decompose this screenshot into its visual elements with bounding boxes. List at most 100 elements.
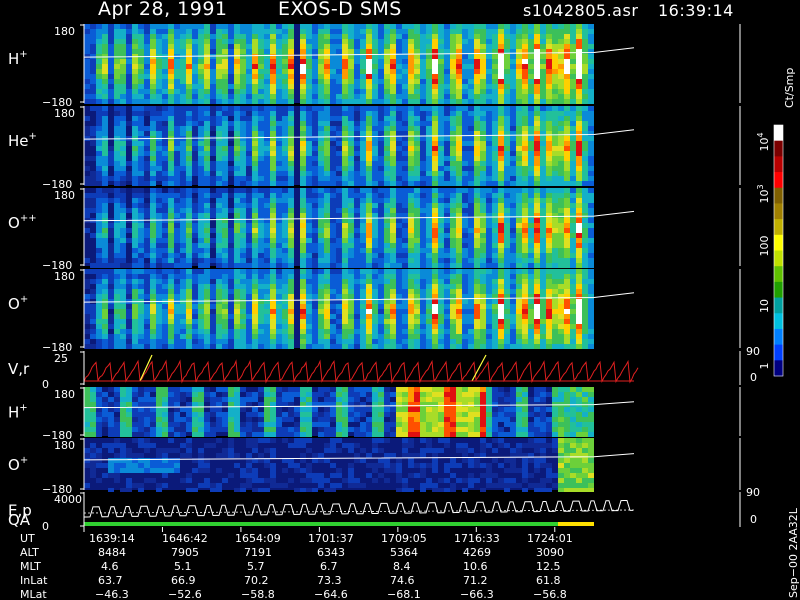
spectrogram-cell (222, 136, 228, 141)
spectrogram-cell (174, 171, 180, 176)
spectrogram-cell (504, 116, 510, 121)
spectrogram-cell (246, 39, 252, 44)
spectrogram-cell (420, 193, 426, 198)
spectrogram-cell (564, 193, 570, 198)
spectrogram-cell (282, 279, 288, 284)
spectrogram-cell (300, 248, 306, 253)
spectrogram-cell (528, 208, 534, 213)
spectrogram-cell (426, 34, 432, 39)
spectrogram-cell (84, 116, 90, 121)
spectrogram-cell (288, 79, 294, 84)
spectrogram-cell (510, 59, 516, 64)
spectrogram-cell (138, 99, 144, 104)
spectrogram-cell (174, 94, 180, 99)
spectrogram-cell (216, 269, 222, 274)
spectrogram-cell (474, 54, 480, 59)
spectrogram-cell (444, 24, 450, 29)
spectrogram-cell (324, 141, 330, 146)
spectrogram-cell (420, 161, 426, 166)
spectrogram-cell (390, 198, 396, 203)
spectrogram-cell (132, 228, 138, 233)
spectrogram-cell (498, 44, 504, 49)
spectrogram-cell (378, 151, 384, 156)
spectrogram-cell (252, 274, 258, 279)
spectrogram-cell (300, 29, 306, 34)
spectrogram-cell (252, 111, 258, 116)
spectrogram-cell (234, 131, 240, 136)
spectrogram-cell (246, 34, 252, 39)
spectrogram-cell (348, 89, 354, 94)
spectrogram-cell (342, 69, 348, 74)
spectrogram-cell (234, 304, 240, 309)
spectrogram-cell (486, 171, 492, 176)
spectrogram-cell (144, 284, 150, 289)
spectrogram-cell (408, 188, 414, 193)
spectrogram-cell (318, 126, 324, 131)
spectrogram-cell (528, 111, 534, 116)
spectrogram-cell (408, 176, 414, 181)
spectrogram-cell (246, 126, 252, 131)
spectrogram-cell (180, 131, 186, 136)
spectrogram-cell (546, 181, 552, 186)
spectrogram-cell (474, 171, 480, 176)
spectrogram-cell (132, 344, 138, 349)
spectrogram-cell (474, 116, 480, 121)
spectrogram-cell (342, 116, 348, 121)
spectrogram-cell (570, 84, 576, 89)
spectrogram-cell (138, 34, 144, 39)
spectrogram-cell (156, 238, 162, 243)
spectrogram-cell (282, 188, 288, 193)
spectrogram-cell (144, 84, 150, 89)
spectrogram-cell (456, 193, 462, 198)
spectrogram-cell (510, 136, 516, 141)
spectrogram-cell (504, 84, 510, 89)
spectrogram-cell (132, 248, 138, 253)
spectrogram-cell (144, 253, 150, 258)
spectrogram-cell (504, 223, 510, 228)
panel-o-plus (80, 269, 741, 349)
spectrogram-cell (312, 99, 318, 104)
spectrogram-cell (576, 203, 582, 208)
spectrogram-cell (396, 258, 402, 263)
spectrogram-cell (504, 161, 510, 166)
spectrogram-cell (492, 176, 498, 181)
spectrogram-cell (210, 334, 216, 339)
spectrogram-cell (468, 203, 474, 208)
spectrogram-cell (348, 188, 354, 193)
spectrogram-cell (288, 324, 294, 329)
spectrogram-cell (180, 329, 186, 334)
spectrogram-cell (306, 253, 312, 258)
spectrogram-cell (192, 151, 198, 156)
spectrogram-cell (360, 131, 366, 136)
spectrogram-cell (84, 136, 90, 141)
spectrogram-cell (276, 136, 282, 141)
spectrogram-cell (378, 156, 384, 161)
spectrogram-cell (306, 64, 312, 69)
spectrogram-cell (396, 314, 402, 319)
spectrogram-cell (408, 44, 414, 49)
spectrogram-cell (264, 126, 270, 131)
spectrogram-cell (564, 131, 570, 136)
spectrogram-cell (150, 334, 156, 339)
spectrogram-cell (204, 24, 210, 29)
spectrogram-cell (486, 156, 492, 161)
spectrogram-cell (150, 151, 156, 156)
spectrogram-cell (336, 233, 342, 238)
spectrogram-cell (132, 284, 138, 289)
spectrogram-cell (558, 126, 564, 131)
spectrogram-cell (120, 146, 126, 151)
spectrogram-cell (480, 111, 486, 116)
spectrogram-cell (102, 304, 108, 309)
spectrogram-cell (162, 74, 168, 79)
spectrogram-cell (498, 89, 504, 94)
spectrogram-cell (522, 79, 528, 84)
spectrogram-cell (474, 126, 480, 131)
spectrogram-cell (186, 284, 192, 289)
spectrogram-cell (420, 136, 426, 141)
spectrogram-cell (450, 106, 456, 111)
spectrogram-cell (540, 228, 546, 233)
spectrogram-cell (420, 228, 426, 233)
spectrogram-cell (198, 284, 204, 289)
spectrogram-cell (210, 74, 216, 79)
spectrogram-cell (534, 213, 540, 218)
